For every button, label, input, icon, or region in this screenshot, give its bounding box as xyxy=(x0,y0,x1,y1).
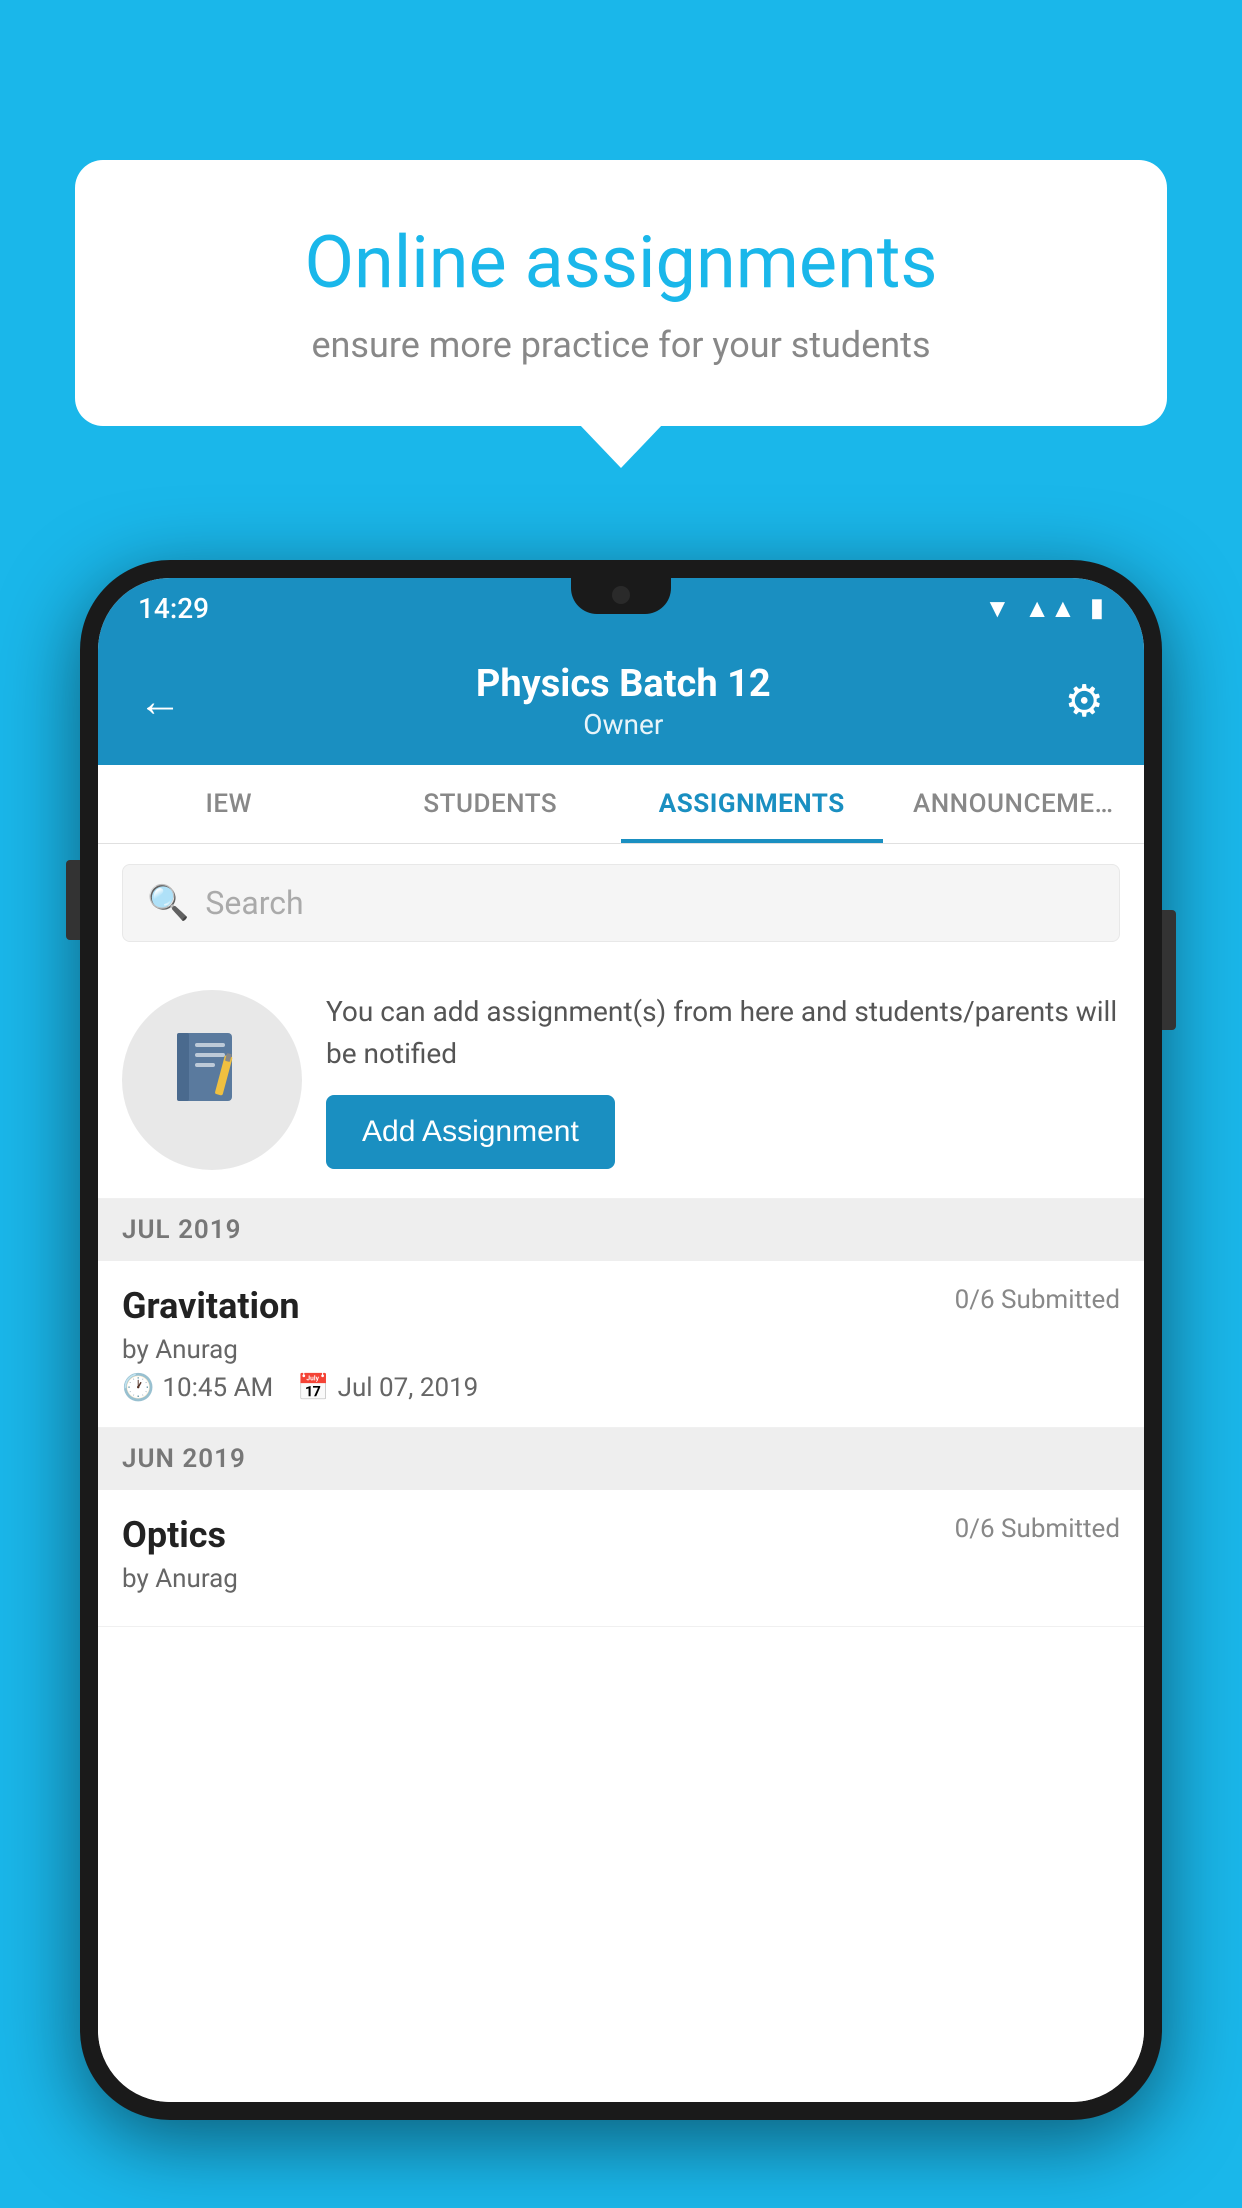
app-header: ← Physics Batch 12 Owner ⚙ xyxy=(98,638,1144,765)
time-value-gravitation: 10:45 AM xyxy=(162,1373,273,1403)
assignment-by-optics: by Anurag xyxy=(122,1564,1120,1594)
info-text: You can add assignment(s) from here and … xyxy=(326,991,1120,1075)
section-header-jul: JUL 2019 xyxy=(98,1199,1144,1261)
header-title: Physics Batch 12 xyxy=(476,662,771,708)
phone-notch xyxy=(571,578,671,614)
status-time: 14:29 xyxy=(138,592,209,625)
tab-students[interactable]: STUDENTS xyxy=(360,765,622,843)
notch-camera xyxy=(612,586,630,604)
assignment-submitted-optics: 0/6 Submitted xyxy=(955,1514,1120,1544)
header-title-block: Physics Batch 12 Owner xyxy=(476,662,771,741)
assignment-submitted-gravitation: 0/6 Submitted xyxy=(955,1285,1120,1315)
battery-icon: ▮ xyxy=(1090,593,1104,623)
assignment-by-gravitation: by Anurag xyxy=(122,1335,1120,1365)
back-button[interactable]: ← xyxy=(138,679,182,723)
assignment-date-gravitation: 📅 Jul 07, 2019 xyxy=(297,1373,478,1403)
info-content: You can add assignment(s) from here and … xyxy=(326,991,1120,1169)
assignment-item-optics[interactable]: Optics 0/6 Submitted by Anurag xyxy=(98,1490,1144,1627)
assignment-item-gravitation[interactable]: Gravitation 0/6 Submitted by Anurag 🕐 10… xyxy=(98,1261,1144,1428)
search-container: 🔍 Search xyxy=(98,844,1144,962)
clock-icon: 🕐 xyxy=(122,1373,154,1403)
calendar-icon: 📅 xyxy=(297,1373,329,1403)
tab-announcements[interactable]: ANNOUNCEME… xyxy=(883,765,1145,843)
tabs-bar: IEW STUDENTS ASSIGNMENTS ANNOUNCEME… xyxy=(98,765,1144,844)
speech-bubble-title: Online assignments xyxy=(145,220,1097,306)
header-subtitle: Owner xyxy=(476,708,771,741)
assignment-meta-gravitation: 🕐 10:45 AM 📅 Jul 07, 2019 xyxy=(122,1373,1120,1403)
info-card: You can add assignment(s) from here and … xyxy=(98,962,1144,1199)
phone-outer: 14:29 ▼ ▲▲ ▮ ← Physics Batch 12 Owner ⚙ … xyxy=(80,560,1162,2120)
signal-icon: ▲▲ xyxy=(1024,593,1075,624)
settings-button[interactable]: ⚙ xyxy=(1065,675,1104,727)
speech-bubble-section: Online assignments ensure more practice … xyxy=(75,160,1167,426)
tab-iew[interactable]: IEW xyxy=(98,765,360,843)
tab-assignments[interactable]: ASSIGNMENTS xyxy=(621,765,883,843)
date-value-gravitation: Jul 07, 2019 xyxy=(338,1373,479,1403)
section-header-jun: JUN 2019 xyxy=(98,1428,1144,1490)
info-icon-circle xyxy=(122,990,302,1170)
phone-mockup: 14:29 ▼ ▲▲ ▮ ← Physics Batch 12 Owner ⚙ … xyxy=(80,560,1162,2208)
search-icon: 🔍 xyxy=(147,883,189,923)
notebook-icon xyxy=(167,1025,257,1135)
add-assignment-button[interactable]: Add Assignment xyxy=(326,1095,615,1169)
speech-bubble: Online assignments ensure more practice … xyxy=(75,160,1167,426)
assignment-top-row-optics: Optics 0/6 Submitted xyxy=(122,1514,1120,1556)
speech-bubble-subtitle: ensure more practice for your students xyxy=(145,324,1097,366)
wifi-icon: ▼ xyxy=(984,593,1010,624)
assignment-time-gravitation: 🕐 10:45 AM xyxy=(122,1373,273,1403)
assignment-top-row: Gravitation 0/6 Submitted xyxy=(122,1285,1120,1327)
assignment-name-gravitation: Gravitation xyxy=(122,1285,300,1327)
search-bar[interactable]: 🔍 Search xyxy=(122,864,1120,942)
search-placeholder: Search xyxy=(205,884,303,922)
status-icons: ▼ ▲▲ ▮ xyxy=(984,593,1104,624)
content-area: 🔍 Search xyxy=(98,844,1144,2102)
phone-screen: 14:29 ▼ ▲▲ ▮ ← Physics Batch 12 Owner ⚙ … xyxy=(98,578,1144,2102)
assignment-name-optics: Optics xyxy=(122,1514,226,1556)
